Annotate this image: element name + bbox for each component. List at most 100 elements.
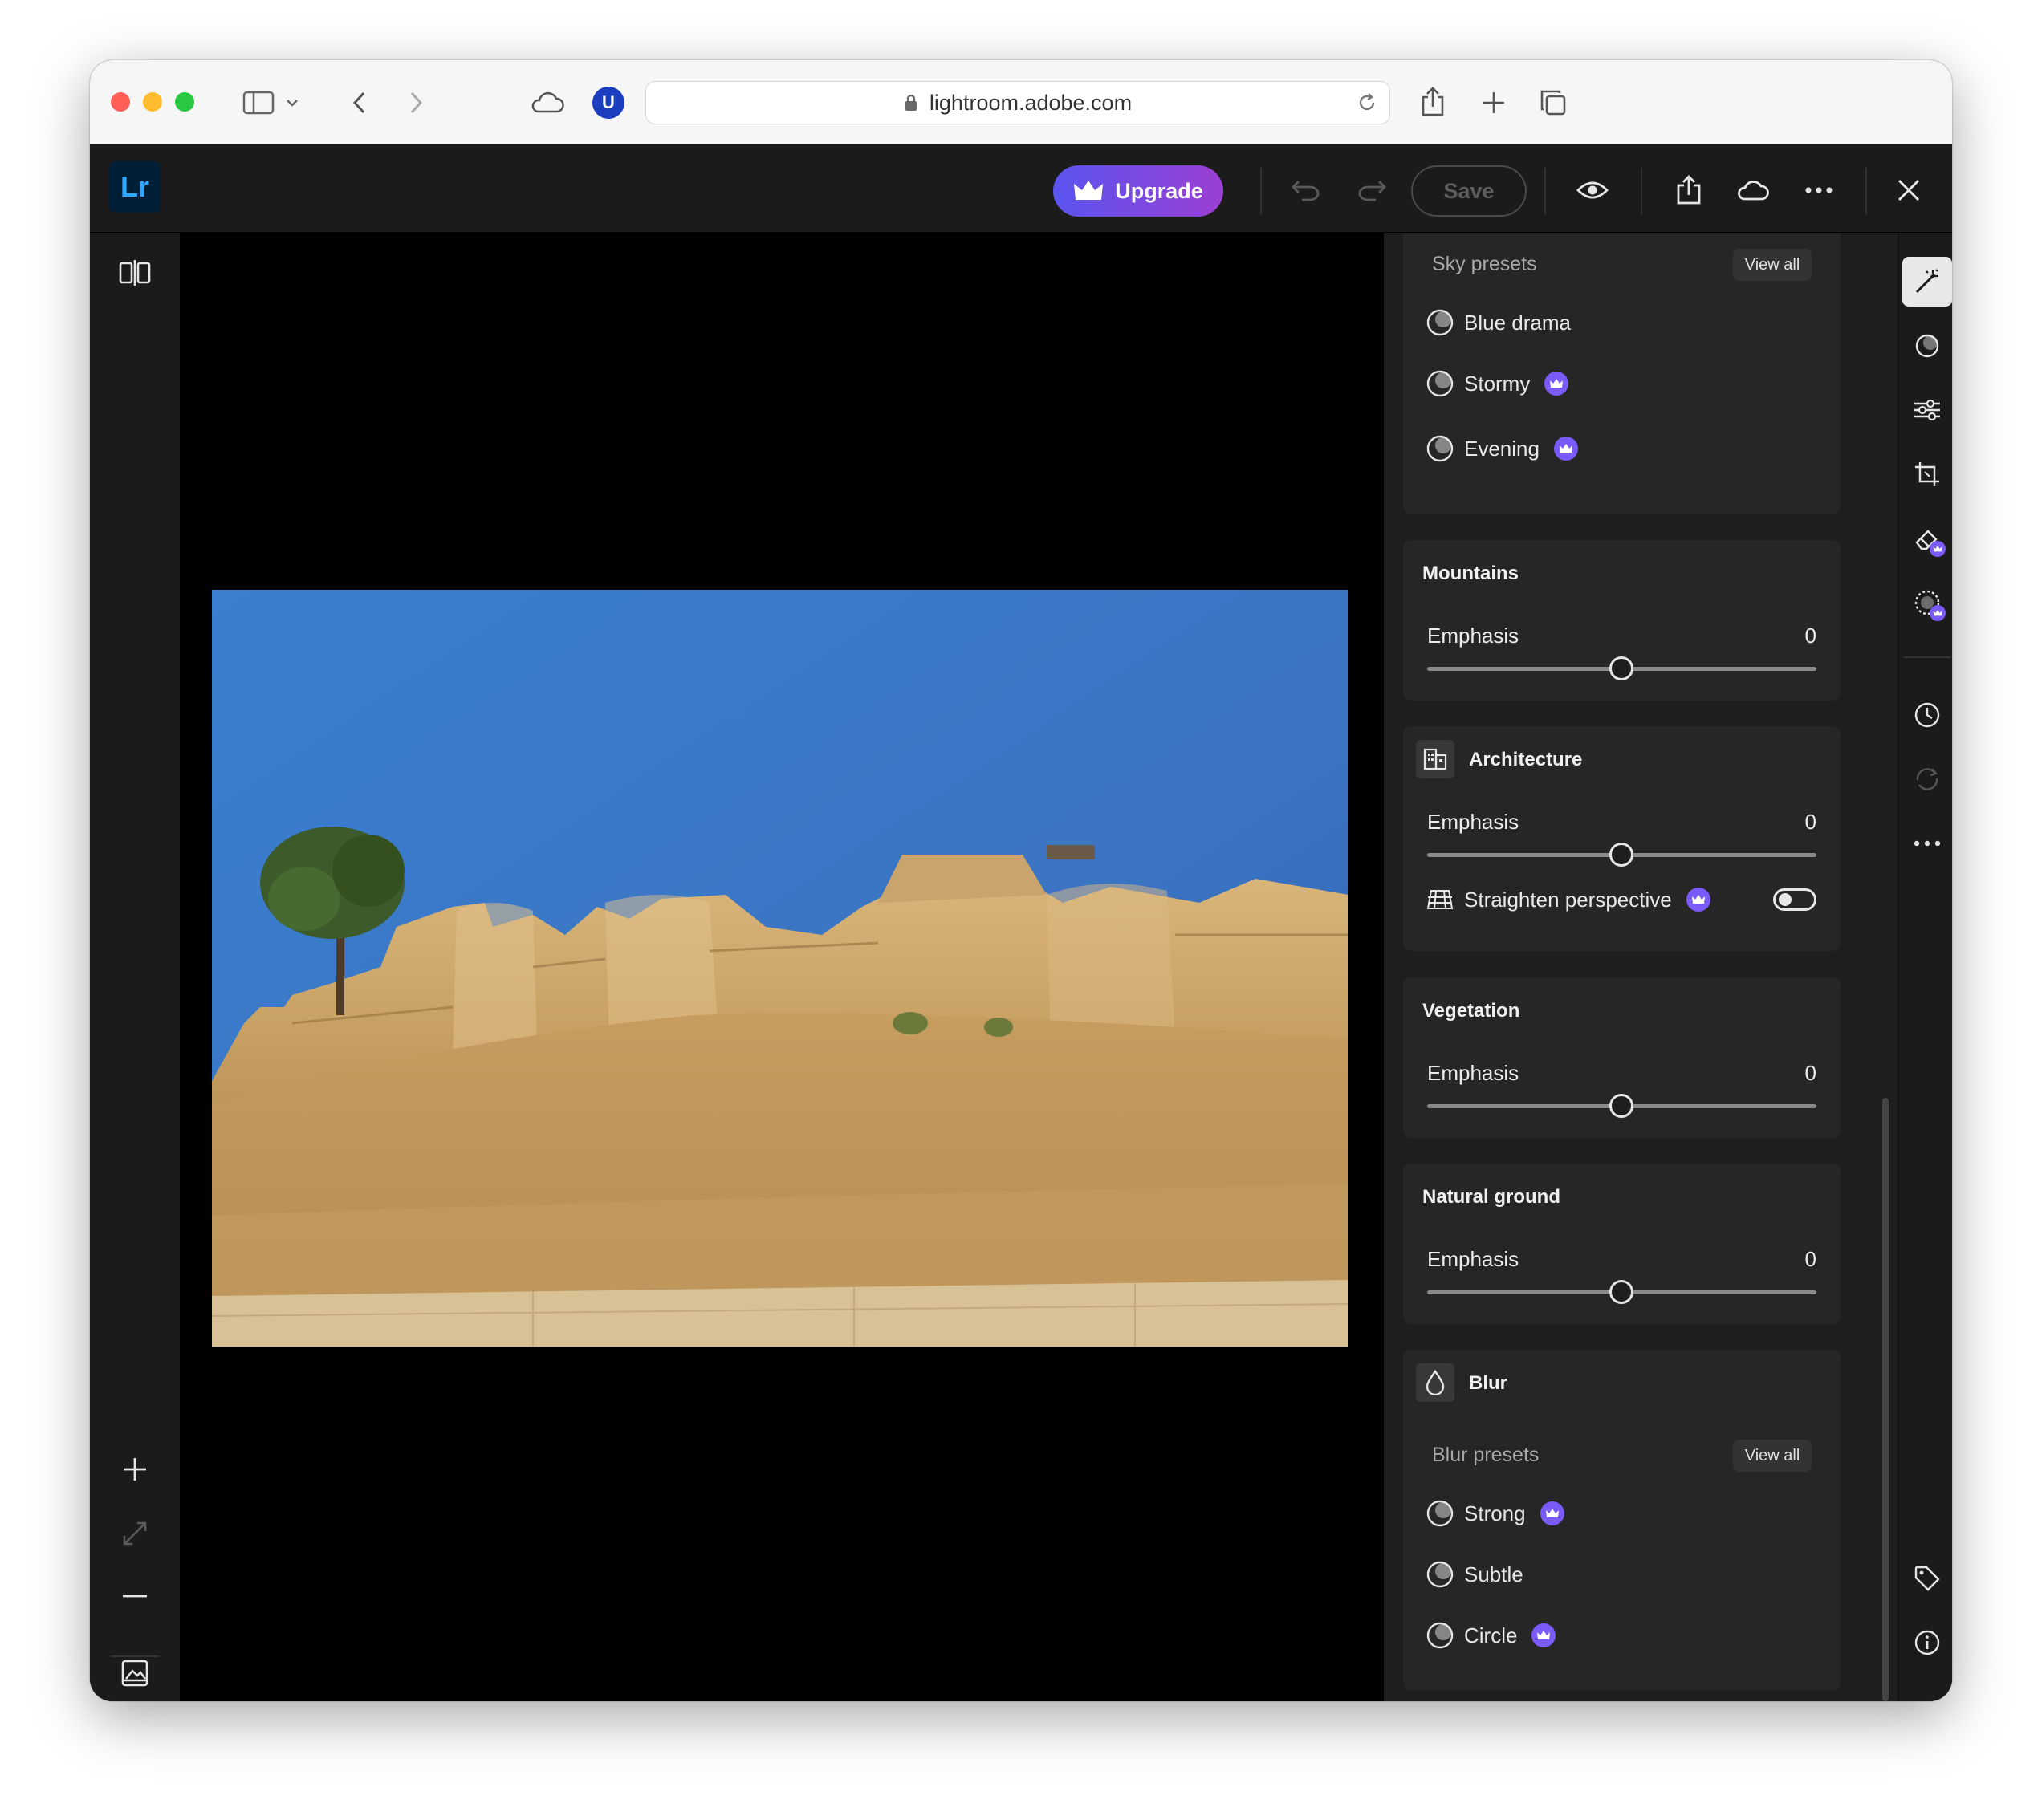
architecture-emphasis-value[interactable]: 0	[1805, 810, 1816, 835]
architecture-emphasis-thumb[interactable]	[1609, 843, 1633, 867]
architecture-card: Architecture Emphasis 0 Straighten persp…	[1403, 726, 1841, 951]
preset-icon	[1424, 1619, 1456, 1651]
info-icon	[1914, 1630, 1940, 1655]
forward-button[interactable]	[398, 84, 433, 121]
fit-to-screen-button[interactable]	[111, 1509, 159, 1558]
share-icon	[1677, 175, 1701, 205]
preset-evening[interactable]: Evening	[1424, 429, 1578, 468]
extension-badge-label: U	[602, 92, 615, 112]
preset-blue-drama[interactable]: Blue drama	[1424, 303, 1571, 342]
redo-button[interactable]	[1347, 166, 1395, 214]
upgrade-button[interactable]: Upgrade	[1053, 165, 1223, 217]
mountains-title: Mountains	[1422, 563, 1519, 584]
premium-crown-icon	[1930, 541, 1946, 557]
header-divider	[1641, 168, 1642, 214]
vegetation-emphasis-value[interactable]: 0	[1805, 1061, 1816, 1086]
keywords-tool[interactable]	[1902, 1554, 1952, 1603]
versions-tool[interactable]	[1902, 754, 1952, 804]
image-canvas[interactable]	[180, 233, 1384, 1701]
crop-tool[interactable]	[1902, 449, 1952, 499]
preset-icon	[1424, 368, 1456, 400]
export-button[interactable]	[1665, 166, 1713, 214]
tab-overview-button[interactable]	[1533, 83, 1573, 123]
natural-ground-card: Natural ground Emphasis 0	[1403, 1164, 1841, 1324]
preset-circle[interactable]: Circle	[1424, 1616, 1556, 1655]
close-window-button[interactable]	[111, 92, 130, 112]
edited-photo	[212, 590, 1348, 1347]
cloud-sync-button[interactable]	[1729, 166, 1777, 214]
zoom-out-button[interactable]	[111, 1572, 159, 1620]
browser-toolbar: U lightroom.adobe.com	[90, 60, 1952, 144]
natural-ground-emphasis-value[interactable]: 0	[1805, 1247, 1816, 1272]
zoom-window-button[interactable]	[175, 92, 194, 112]
back-button[interactable]	[342, 84, 377, 121]
healing-tool[interactable]	[1902, 514, 1952, 563]
presets-tool[interactable]	[1902, 321, 1952, 371]
share-button[interactable]	[1413, 81, 1453, 123]
minimize-window-button[interactable]	[143, 92, 162, 112]
building-icon	[1423, 748, 1447, 770]
mountains-card: Mountains Emphasis 0	[1403, 540, 1841, 701]
redo-icon	[1358, 181, 1386, 201]
perspective-grid-icon	[1424, 884, 1456, 916]
header-divider	[1260, 168, 1262, 214]
save-button[interactable]: Save	[1411, 165, 1527, 217]
zoom-in-button[interactable]	[111, 1445, 159, 1493]
straighten-perspective-toggle[interactable]	[1773, 888, 1816, 911]
history-icon	[1914, 702, 1940, 728]
preset-label: Circle	[1464, 1623, 1518, 1647]
address-content: lightroom.adobe.com	[646, 82, 1389, 124]
undo-button[interactable]	[1283, 166, 1331, 214]
edit-tool[interactable]	[1902, 385, 1952, 435]
natural-ground-emphasis-thumb[interactable]	[1609, 1280, 1633, 1304]
architecture-icon-box	[1416, 740, 1454, 778]
mountains-emphasis-thumb[interactable]	[1609, 656, 1633, 680]
close-editor-button[interactable]	[1885, 166, 1933, 214]
eye-icon	[1576, 181, 1609, 199]
sky-card: Sky presets View all Blue drama Stormy E…	[1403, 233, 1841, 514]
left-rail	[90, 233, 180, 1701]
new-tab-button[interactable]	[1474, 83, 1514, 123]
header-divider	[1544, 168, 1546, 214]
panel-scrollbar[interactable]	[1882, 1098, 1889, 1701]
sky-view-all-button[interactable]: View all	[1733, 249, 1812, 281]
reload-button[interactable]	[1354, 90, 1380, 116]
chevron-down-icon	[287, 100, 298, 107]
preset-label: Subtle	[1464, 1562, 1523, 1586]
preset-stormy[interactable]: Stormy	[1424, 364, 1569, 403]
preset-label: Blue drama	[1464, 310, 1571, 335]
preset-subtle[interactable]: Subtle	[1424, 1555, 1523, 1594]
info-tool[interactable]	[1902, 1618, 1952, 1668]
preset-icon	[1424, 1558, 1456, 1590]
preset-strong[interactable]: Strong	[1424, 1494, 1564, 1533]
natural-ground-title: Natural ground	[1422, 1186, 1560, 1208]
more-options-button[interactable]	[1795, 166, 1843, 214]
mountains-emphasis-label: Emphasis	[1427, 624, 1519, 648]
more-tools-button[interactable]	[1902, 819, 1952, 868]
quick-actions-tool[interactable]	[1902, 257, 1952, 307]
vegetation-emphasis-thumb[interactable]	[1609, 1094, 1633, 1118]
undo-icon	[1292, 181, 1320, 201]
more-icon	[1914, 840, 1941, 847]
tool-rail-divider	[1904, 656, 1950, 658]
panel-scroll-area[interactable]: Sky presets View all Blue drama Stormy E…	[1384, 233, 1873, 1701]
compare-view-button[interactable]	[111, 249, 159, 297]
masking-tool[interactable]	[1902, 578, 1952, 628]
architecture-title: Architecture	[1469, 749, 1583, 770]
cloud-icon	[531, 91, 564, 113]
blur-view-all-button[interactable]: View all	[1733, 1440, 1812, 1472]
chevron-left-icon	[352, 91, 365, 114]
address-bar[interactable]: lightroom.adobe.com	[645, 81, 1390, 124]
vegetation-title: Vegetation	[1422, 1000, 1520, 1022]
architecture-emphasis-label: Emphasis	[1427, 810, 1519, 834]
history-tool[interactable]	[1902, 690, 1952, 740]
app-header: Lr Upgrade Save	[90, 144, 1952, 233]
sidebar-toggle-button[interactable]	[242, 84, 299, 121]
premium-crown-icon	[1540, 1501, 1564, 1525]
filmstrip-button[interactable]	[111, 1649, 159, 1697]
icloud-tabs-button[interactable]	[523, 84, 572, 121]
extension-badge-button[interactable]: U	[592, 87, 624, 119]
preview-button[interactable]	[1568, 166, 1617, 214]
upgrade-label: Upgrade	[1115, 178, 1203, 203]
mountains-emphasis-value[interactable]: 0	[1805, 624, 1816, 648]
